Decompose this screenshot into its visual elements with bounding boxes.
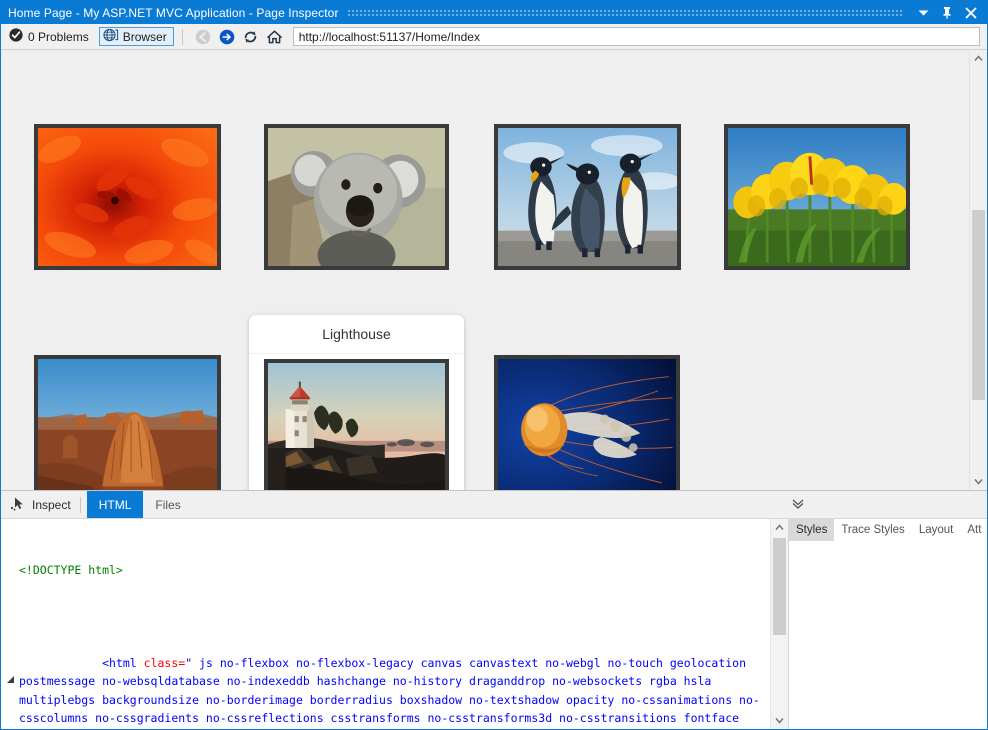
tab-attributes[interactable]: Att xyxy=(960,519,987,541)
browser-button-label: Browser xyxy=(123,30,167,44)
tulips-image xyxy=(728,128,906,266)
image-gallery xyxy=(1,50,969,490)
doctype-token: <!DOCTYPE html> xyxy=(19,563,123,577)
thumbnail-koala[interactable] xyxy=(264,124,449,270)
code-scrollbar[interactable] xyxy=(770,519,788,729)
browser-toolbar: 0 Problems Browser xyxy=(1,24,987,50)
close-icon[interactable] xyxy=(960,3,982,23)
thumbnail-tulips[interactable] xyxy=(724,124,910,270)
tab-files[interactable]: Files xyxy=(143,491,192,518)
address-input[interactable] xyxy=(299,30,974,44)
cursor-inspect-icon xyxy=(10,496,26,514)
inspect-label: Inspect xyxy=(32,498,71,512)
code-line-doctype: <!DOCTYPE html> xyxy=(5,561,766,580)
browser-button[interactable]: Browser xyxy=(99,27,174,46)
desert-image xyxy=(38,359,217,490)
rendered-page: Lighthouse xyxy=(1,50,969,490)
lighthouse-card-title: Lighthouse xyxy=(249,315,464,354)
scroll-up-arrow[interactable] xyxy=(970,50,987,67)
code-scroll-down-arrow[interactable] xyxy=(771,712,788,729)
styles-pane: Styles Trace Styles Layout Att xyxy=(788,518,987,729)
refresh-icon[interactable] xyxy=(239,26,263,47)
tab-trace-styles[interactable]: Trace Styles xyxy=(834,519,911,541)
expander-expanded-icon[interactable] xyxy=(6,639,16,649)
thumbnail-lighthouse[interactable] xyxy=(264,359,449,490)
thumbnail-jellyfish[interactable] xyxy=(494,355,680,490)
penguins-image xyxy=(498,128,677,266)
code-scroll-up-arrow[interactable] xyxy=(771,519,788,536)
thumbnail-penguins[interactable] xyxy=(494,124,681,270)
problems-label: 0 Problems xyxy=(28,30,89,44)
page-inspector-window: Home Page - My ASP.NET MVC Application -… xyxy=(0,0,988,730)
problems-indicator[interactable]: 0 Problems xyxy=(7,26,95,47)
double-chevron-down-icon[interactable] xyxy=(789,495,807,513)
title-bar: Home Page - My ASP.NET MVC Application -… xyxy=(1,1,987,24)
code-scrollbar-thumb[interactable] xyxy=(773,538,786,635)
window-title: Home Page - My ASP.NET MVC Application -… xyxy=(8,6,339,20)
page-scrollbar-thumb[interactable] xyxy=(972,210,985,400)
home-icon[interactable] xyxy=(263,26,287,47)
chevron-down-icon[interactable] xyxy=(912,3,934,23)
html-class-attr-name: class xyxy=(144,656,179,670)
tab-layout[interactable]: Layout xyxy=(912,519,961,541)
html-code-pane: <!DOCTYPE html> <html class=" js no-flex… xyxy=(1,518,788,729)
jellyfish-image xyxy=(498,359,676,490)
styles-content xyxy=(789,541,987,729)
styles-tab-bar: Styles Trace Styles Layout Att xyxy=(789,519,987,541)
window-controls xyxy=(912,3,987,23)
chrysanthemum-image xyxy=(38,128,217,266)
html-code-content[interactable]: <!DOCTYPE html> <html class=" js no-flex… xyxy=(1,519,770,729)
lighthouse-card[interactable]: Lighthouse xyxy=(249,315,464,490)
arrow-forward-icon[interactable] xyxy=(215,26,239,47)
inspector-body: <!DOCTYPE html> <html class=" js no-flex… xyxy=(1,518,987,729)
thumbnail-chrysanthemum[interactable] xyxy=(34,124,221,270)
toolbar-separator xyxy=(182,29,183,45)
title-bar-grip xyxy=(347,9,904,16)
inspect-button[interactable]: Inspect xyxy=(7,491,80,518)
browser-viewport: Lighthouse xyxy=(1,50,987,490)
pin-icon[interactable] xyxy=(936,3,958,23)
page-scrollbar[interactable] xyxy=(969,50,987,490)
tab-styles[interactable]: Styles xyxy=(789,519,834,541)
arrow-back-icon[interactable] xyxy=(191,26,215,47)
browser-globe-icon xyxy=(103,28,119,45)
tab-html[interactable]: HTML xyxy=(87,491,144,518)
lighthouse-image xyxy=(268,363,445,490)
inspector-tab-bar: Inspect HTML Files xyxy=(1,491,987,518)
thumbnail-desert[interactable] xyxy=(34,355,221,490)
code-line-html: <html class=" js no-flexbox no-flexbox-l… xyxy=(5,635,766,729)
address-bar[interactable] xyxy=(293,27,980,46)
inspector-tabs-separator xyxy=(80,497,81,513)
scroll-down-arrow[interactable] xyxy=(970,473,987,490)
inspector-pane: Inspect HTML Files <!DOCTYPE html> xyxy=(1,490,987,729)
koala-image xyxy=(268,128,445,266)
check-circle-icon xyxy=(9,28,23,45)
html-open-tag: <html xyxy=(102,656,144,670)
